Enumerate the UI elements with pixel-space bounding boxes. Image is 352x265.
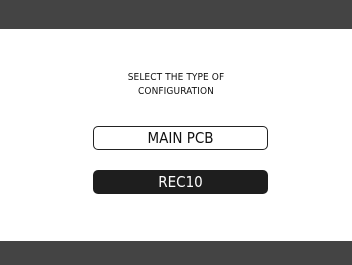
option-rec10-button[interactable]: REC10 [93,170,268,194]
prompt-line-2: CONFIGURATION [138,86,214,97]
top-bar [0,0,352,29]
prompt-text: SELECT THE TYPE OF CONFIGURATION [0,71,352,99]
bottom-bar [0,241,352,265]
option-main-pcb-button[interactable]: MAIN PCB [93,126,268,150]
config-screen: SELECT THE TYPE OF CONFIGURATION MAIN PC… [0,0,352,265]
prompt-line-1: SELECT THE TYPE OF [127,72,225,83]
content-area: SELECT THE TYPE OF CONFIGURATION MAIN PC… [0,29,352,241]
